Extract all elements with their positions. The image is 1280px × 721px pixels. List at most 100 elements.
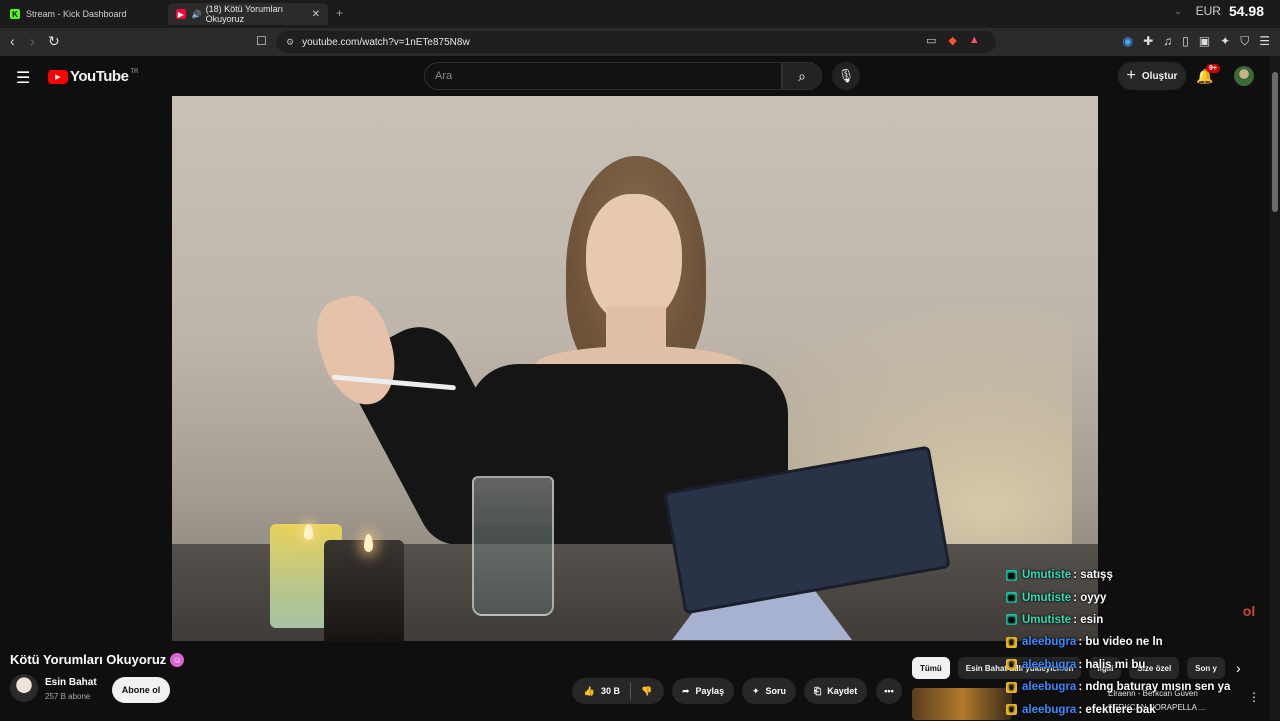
share-icon: ➦ — [682, 685, 690, 696]
thumbs-down-icon: 👎 — [641, 685, 653, 696]
address-bar-icons: ▭ ◆ ▲ — [926, 34, 980, 47]
video-player[interactable] — [172, 96, 1098, 641]
extensions-icon[interactable]: ✚ — [1143, 34, 1153, 49]
chat-message: ▦ Umutiste : satışş — [1006, 564, 1266, 586]
save-label: Kaydet — [827, 686, 858, 696]
back-icon[interactable]: ‹ — [10, 33, 15, 49]
chat-badge-icon: ♛ — [1006, 636, 1017, 648]
ask-button[interactable]: ✦ Soru — [742, 678, 797, 704]
youtube-logo[interactable]: ▶ YouTube TR — [48, 68, 138, 85]
region-code: TR — [130, 68, 139, 75]
subscriber-count: 257 B abone — [45, 692, 91, 701]
leo-icon[interactable]: ✦ — [1220, 34, 1230, 49]
chat-text: : esin — [1073, 613, 1104, 626]
youtube-play-icon: ▶ — [48, 69, 68, 84]
chat-message: ♛ aleebugra : bu video ne ln — [1006, 631, 1266, 653]
menu-icon[interactable]: ☰ — [1259, 34, 1270, 49]
chat-username: Umutiste — [1022, 613, 1072, 626]
subscribe-button[interactable]: Abone ol — [112, 677, 170, 703]
brave-rewards-icon[interactable]: ▲ — [969, 34, 980, 47]
search-button[interactable]: ⌕ — [782, 62, 822, 90]
emoji-icon: ☺ — [170, 652, 185, 667]
chat-username: aleebugra — [1022, 636, 1077, 649]
chip-all[interactable]: Tümü — [912, 657, 950, 679]
page-scrollbar[interactable] — [1270, 56, 1280, 720]
user-avatar[interactable] — [1234, 66, 1254, 86]
voice-search-button[interactable]: 🎙 — [832, 62, 860, 90]
chat-message: ♛ aleebugra : efektlere bak — [1006, 698, 1266, 720]
close-tab-icon[interactable]: ✕ — [312, 9, 320, 20]
chat-text: : satışş — [1073, 569, 1113, 582]
share-label: Paylaş — [695, 686, 725, 696]
cast-icon[interactable]: ▭ — [926, 34, 936, 47]
speaker-icon[interactable]: 🔊 — [192, 10, 202, 19]
hamburger-menu-icon[interactable]: ☰ — [16, 68, 30, 88]
stream-watermark: ol — [1242, 603, 1256, 619]
chat-badge-icon: ▦ — [1006, 592, 1017, 604]
chat-message: ♛ aleebugra : halis mi bu — [1006, 654, 1266, 676]
forward-icon[interactable]: › — [30, 33, 35, 49]
chat-badge-icon: ♛ — [1006, 659, 1017, 671]
reload-icon[interactable]: ↻ — [48, 33, 60, 50]
dislike-button[interactable]: 👎 — [631, 678, 662, 704]
youtube-wordmark: YouTube — [70, 68, 129, 85]
vpn-icon[interactable]: ⛉ — [1240, 34, 1249, 49]
chat-username: Umutiste — [1022, 591, 1072, 604]
chat-username: aleebugra — [1022, 681, 1077, 694]
youtube-header: ☰ ▶ YouTube TR Ara ⌕ 🎙 + Oluştur 🔔 9+ — [0, 56, 1280, 96]
thumbs-up-icon: 👍 — [583, 685, 595, 696]
bookmark-icon[interactable]: ☐ — [256, 34, 267, 48]
youtube-favicon-icon: ▶ — [176, 9, 186, 19]
video-frame-face — [586, 194, 682, 324]
chat-badge-icon: ▦ — [1006, 569, 1017, 581]
chat-message: ▦ Umutiste : esin — [1006, 609, 1266, 631]
tab-youtube-video[interactable]: ▶ 🔊 (18) Kötü Yorumları Okuyoruz ✕ — [168, 3, 328, 25]
tab-kick-dashboard[interactable]: K Stream - Kick Dashboard — [2, 3, 162, 25]
chat-username: Umutiste — [1022, 569, 1072, 582]
more-actions-button[interactable]: ••• — [876, 678, 902, 704]
search-placeholder: Ara — [435, 70, 453, 82]
currency-label: EUR — [1195, 4, 1221, 18]
chat-text: : halis mi bu — [1078, 658, 1146, 671]
chevron-down-icon[interactable]: ⌄ — [1174, 6, 1182, 17]
brave-shield-icon[interactable]: ◆ — [948, 34, 956, 47]
more-horizontal-icon: ••• — [884, 686, 894, 696]
save-button[interactable]: ⎗ Kaydet — [804, 678, 868, 704]
tab-title: Stream - Kick Dashboard — [26, 9, 127, 19]
chat-badge-icon: ▦ — [1006, 614, 1017, 626]
chat-text: : oyyy — [1073, 591, 1107, 604]
chat-username: aleebugra — [1022, 703, 1077, 716]
recommended-thumbnail[interactable] — [912, 688, 1012, 720]
site-settings-icon[interactable]: ⚙ — [286, 37, 294, 48]
sidebar-icon[interactable]: ▯ — [1182, 34, 1189, 49]
currency-value: 54.98 — [1228, 3, 1264, 19]
kick-icon: K — [10, 9, 20, 19]
bookmark-save-icon: ⎗ — [814, 685, 822, 696]
like-button[interactable]: 👍 30 B — [574, 678, 630, 704]
scrollbar-thumb[interactable] — [1272, 72, 1278, 212]
address-bar[interactable]: ⚙ youtube.com/watch?v=1nETe875N8w — [276, 31, 996, 53]
like-dislike-group: 👍 30 B 👎 — [572, 678, 664, 704]
chat-username: aleebugra — [1022, 658, 1077, 671]
new-tab-icon[interactable]: + — [336, 6, 343, 20]
channel-name[interactable]: Esin Bahat — [45, 677, 97, 688]
ask-label: Soru — [765, 686, 787, 696]
chat-message: ▦ Umutiste : oyyy — [1006, 586, 1266, 608]
search-input[interactable]: Ara — [424, 62, 782, 90]
wallet-icon[interactable]: ▣ — [1199, 34, 1210, 49]
create-label: Oluştur — [1141, 70, 1178, 82]
video-title: Kötü Yorumları Okuyoruz ☺ — [10, 652, 185, 667]
browser-toolbar: ‹ › ↻ ☐ ⚙ youtube.com/watch?v=1nETe875N8… — [0, 28, 1280, 56]
create-button[interactable]: + Oluştur — [1118, 62, 1186, 90]
tab-title: (18) Kötü Yorumları Okuyoruz — [205, 4, 284, 24]
channel-avatar[interactable] — [10, 674, 38, 702]
sparkle-icon: ✦ — [752, 685, 760, 696]
browser-tab-bar: K Stream - Kick Dashboard ▶ 🔊 (18) Kötü … — [0, 0, 1280, 28]
chat-badge-icon: ♛ — [1006, 704, 1017, 716]
music-icon[interactable]: ♫ — [1163, 34, 1172, 49]
extensions-area: ◉ ✚ ♫ ▯ ▣ ✦ ⛉ ☰ — [1123, 34, 1270, 49]
currency-widget: ⌄ EUR 54.98 — [1174, 3, 1264, 19]
share-button[interactable]: ➦ Paylaş — [672, 678, 735, 704]
speech-icon[interactable]: ◉ — [1123, 34, 1133, 49]
video-title-text: Kötü Yorumları Okuyoruz — [10, 652, 167, 667]
